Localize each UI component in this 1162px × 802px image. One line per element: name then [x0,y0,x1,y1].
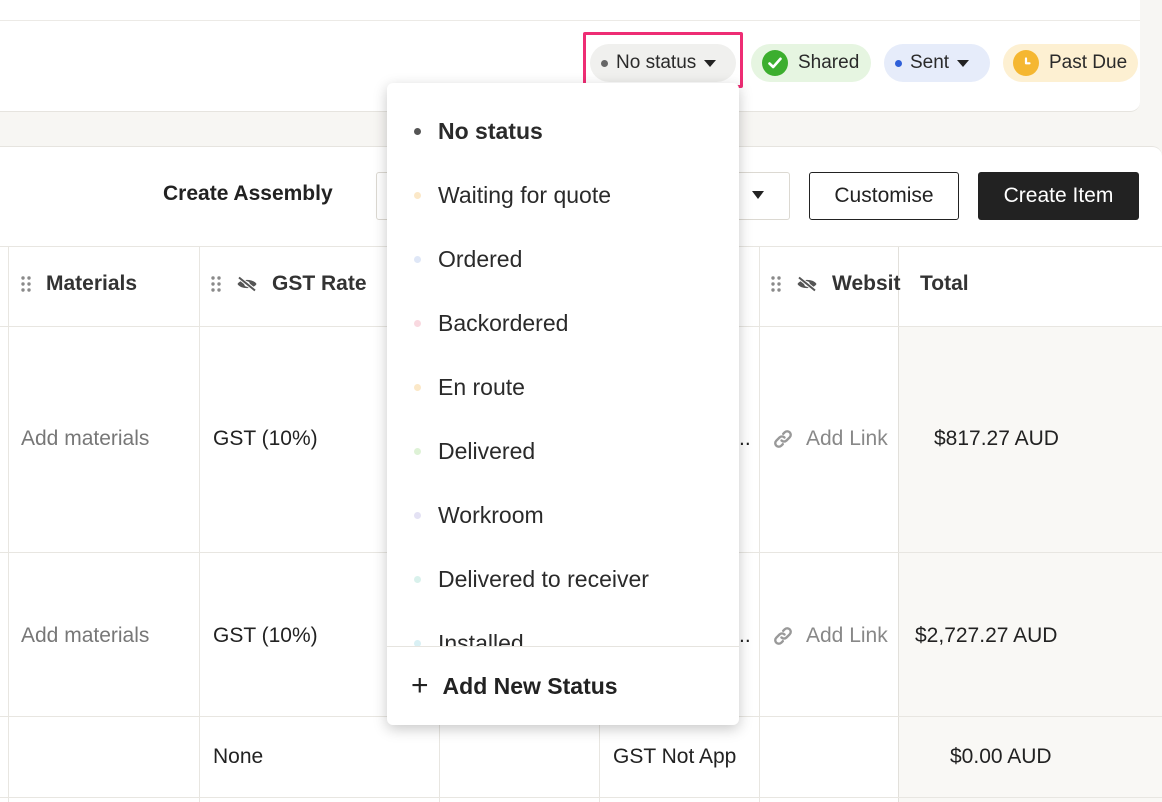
add-link-label: Add Link [806,624,888,647]
status-dot-icon [414,319,421,327]
gst-status-cell: GST Not App [613,745,737,768]
add-link-label: Add Link [806,427,888,450]
status-option-label: Delivered [438,437,536,464]
link-icon [774,430,792,448]
create-item-button[interactable]: Create Item [978,172,1139,220]
status-dot-icon [414,447,421,455]
column-header-materials[interactable]: Materials [20,272,137,296]
status-option-label: Workroom [438,501,544,528]
past-due-badge[interactable]: Past Due [1003,44,1138,82]
status-options-list[interactable]: No status Waiting for quote Ordered Back… [387,83,739,646]
column-label: Total [920,272,969,295]
past-due-label: Past Due [1049,52,1128,73]
divider [0,20,1140,21]
caret-down-icon [957,59,970,67]
plus-icon: + [411,669,429,702]
customise-button[interactable]: Customise [809,172,959,220]
status-option-no-status[interactable]: No status [387,99,739,163]
drag-handle-icon[interactable] [20,275,32,293]
shared-badge[interactable]: Shared [751,44,871,82]
status-dot-icon [414,127,421,135]
status-option-label: En route [438,373,525,400]
drag-handle-icon[interactable] [210,275,222,293]
status-dot-icon [414,511,421,519]
truncated-cell: .. [739,427,751,450]
add-new-status-button[interactable]: + Add New Status [387,647,739,725]
status-option-label: Waiting for quote [438,181,612,208]
status-option-label: Backordered [438,309,569,336]
status-option-label: Delivered to receiver [438,565,649,592]
gst-rate-cell[interactable]: GST (10%) [213,624,318,648]
column-header-total[interactable]: Total [920,272,969,296]
column-header-website[interactable]: Websit [770,272,900,296]
status-option-workroom[interactable]: Workroom [387,483,739,547]
status-option-label: Installed [438,629,524,647]
add-link-button[interactable]: Add Link [772,624,888,648]
status-dot-icon [414,383,421,391]
truncated-cell: .. [739,624,751,647]
total-cell: $0.00 AUD [950,745,1052,768]
clock-icon [1013,50,1039,76]
column-label: Materials [46,272,138,295]
add-new-status-label: Add New Status [442,672,618,699]
status-dot-icon [414,191,421,199]
sent-dropdown-button[interactable]: Sent [884,44,990,82]
link-icon [774,627,792,645]
eye-off-icon[interactable] [236,276,258,292]
column-header-gst-rate[interactable]: GST Rate [210,272,367,296]
status-dot-icon [414,575,421,583]
add-link-button[interactable]: Add Link [772,427,888,451]
status-option-label: No status [438,117,543,144]
divider [199,246,200,802]
total-cell: $817.27 AUD [934,427,1059,450]
create-assembly-button[interactable]: Create Assembly [163,182,333,206]
status-option-en-route[interactable]: En route [387,355,739,419]
total-column [898,326,1162,802]
sent-label: Sent [910,52,950,73]
column-label: GST Rate [272,272,367,295]
shared-label: Shared [798,52,860,73]
status-option-waiting-for-quote[interactable]: Waiting for quote [387,163,739,227]
divider [759,246,760,802]
divider [8,246,9,802]
highlight-box [583,32,743,88]
column-label: Websit [832,272,901,295]
add-materials-link[interactable]: Add materials [21,427,149,451]
status-option-backordered[interactable]: Backordered [387,291,739,355]
gst-rate-cell[interactable]: None [213,745,263,769]
divider [0,797,1162,798]
status-option-delivered[interactable]: Delivered [387,419,739,483]
caret-down-icon [752,191,764,199]
status-option-ordered[interactable]: Ordered [387,227,739,291]
eye-off-icon[interactable] [796,276,818,292]
status-dropdown-menu: No status Waiting for quote Ordered Back… [387,83,739,725]
gst-rate-cell[interactable]: GST (10%) [213,427,318,451]
sent-dot-icon [895,59,902,67]
total-cell: $2,727.27 AUD [915,624,1058,647]
add-materials-link[interactable]: Add materials [21,624,149,648]
status-option-delivered-to-receiver[interactable]: Delivered to receiver [387,547,739,611]
status-option-installed[interactable]: Installed [387,611,739,646]
check-circle-icon [762,50,788,76]
status-option-label: Ordered [438,245,523,272]
drag-handle-icon[interactable] [770,275,782,293]
status-dot-icon [414,255,421,263]
